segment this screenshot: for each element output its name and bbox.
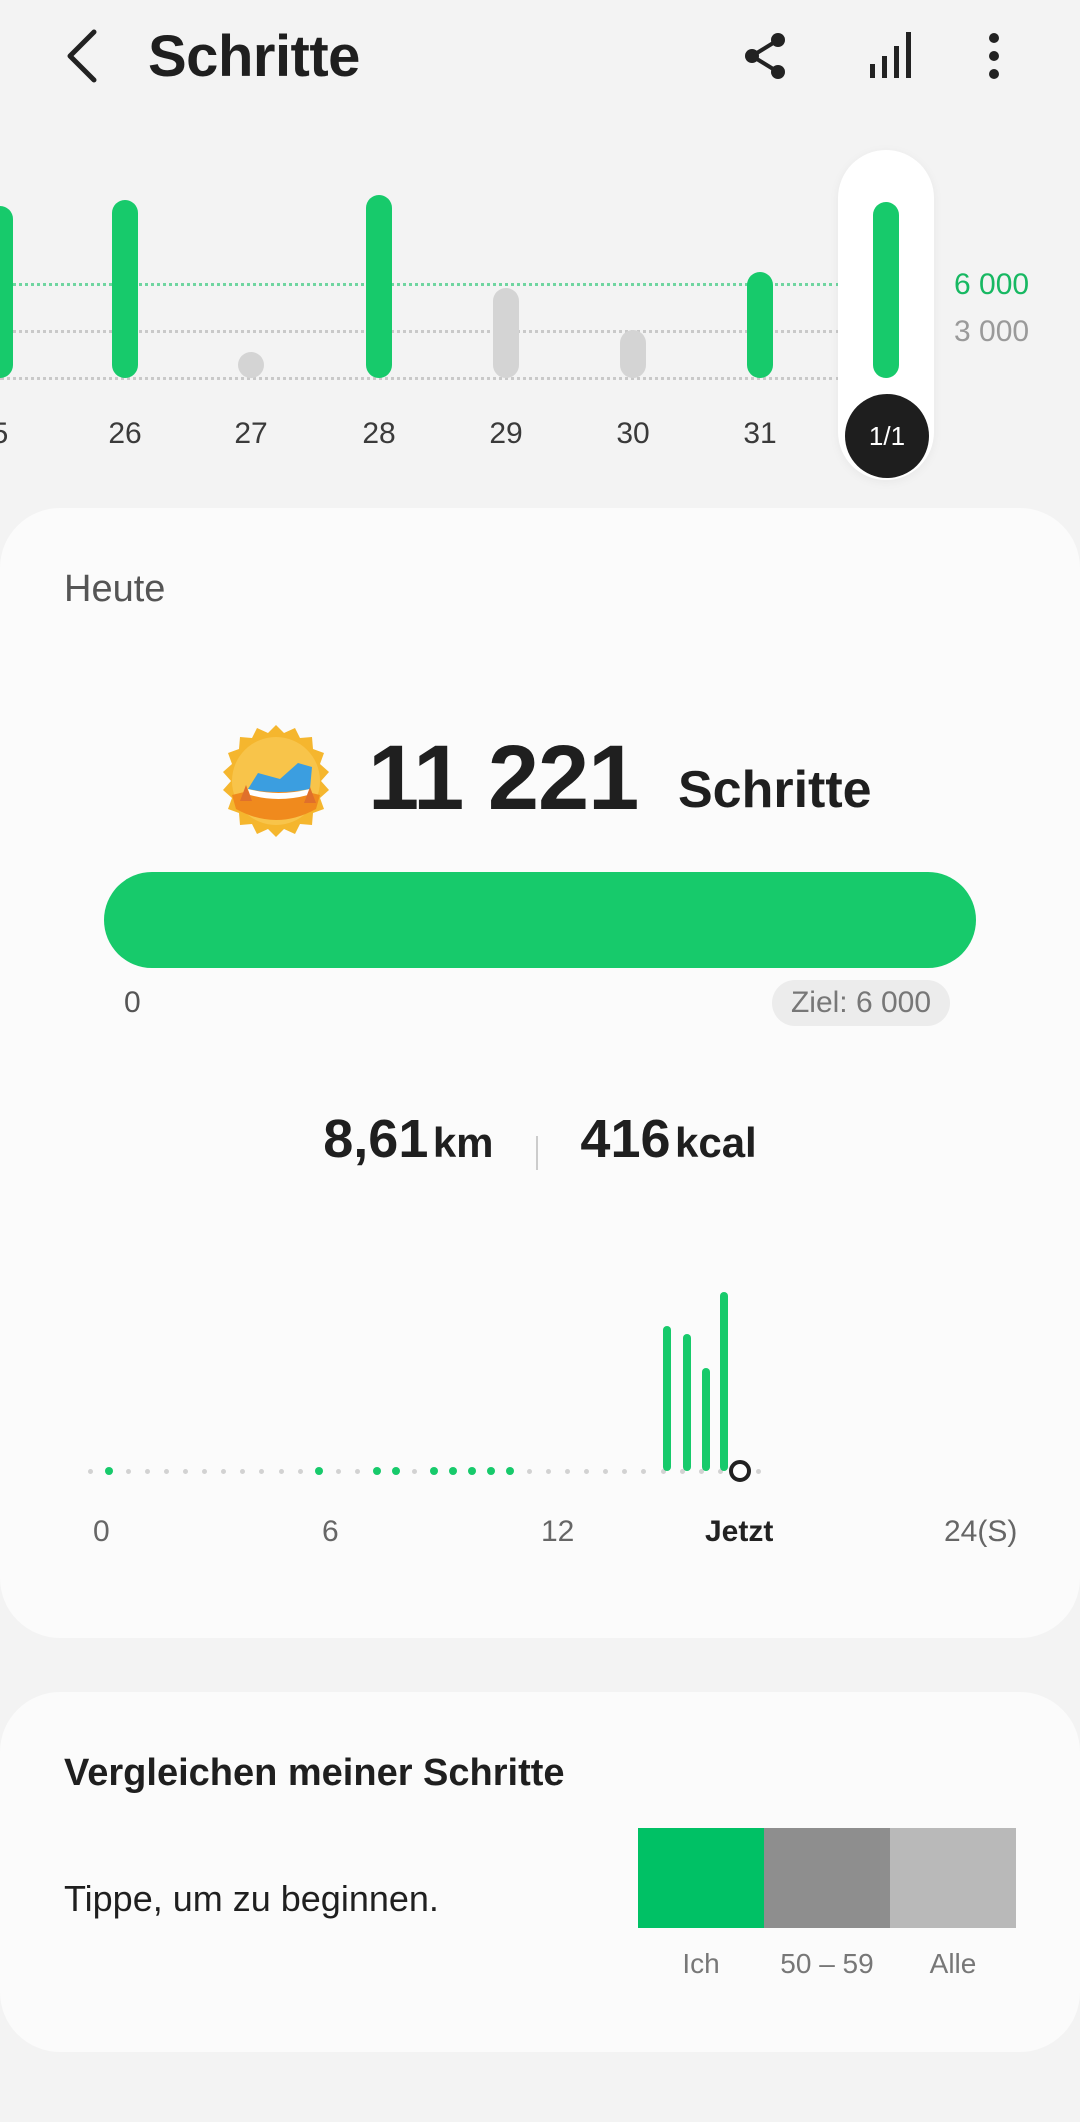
hour-dot xyxy=(622,1468,628,1474)
compare-segment-me xyxy=(638,1828,764,1928)
hour-dot xyxy=(429,1467,438,1475)
hour-bar[interactable] xyxy=(702,1368,710,1471)
hour-dot xyxy=(87,1468,93,1474)
hour-dot xyxy=(412,1468,418,1474)
hour-dot xyxy=(105,1467,114,1475)
day-bar[interactable] xyxy=(366,195,392,378)
hour-bar[interactable] xyxy=(683,1334,691,1471)
compare-subtitle[interactable]: Tippe, um zu beginnen. xyxy=(64,1878,439,1920)
hour-dot xyxy=(354,1468,360,1474)
now-marker xyxy=(729,1460,751,1482)
goal-line-label-grey: 3 000 xyxy=(954,315,1030,348)
compare-segment-age xyxy=(764,1828,890,1928)
goal-chip[interactable]: Ziel: 6 000 xyxy=(772,980,950,1026)
more-vert-icon[interactable] xyxy=(966,26,1026,86)
day-label: 27 xyxy=(234,417,268,450)
shoe-badge-icon xyxy=(218,723,334,839)
progress-start-label: 0 xyxy=(124,986,141,1019)
day-label: 30 xyxy=(616,417,650,450)
hour-dot xyxy=(278,1468,284,1474)
hour-dot xyxy=(221,1468,227,1474)
day-bar[interactable] xyxy=(493,288,519,378)
day-label: 29 xyxy=(489,417,523,450)
hour-dot xyxy=(297,1468,303,1474)
hour-dot xyxy=(506,1467,515,1475)
steps-progress-bar xyxy=(104,872,976,968)
hour-dot xyxy=(202,1468,208,1474)
day-label: 5 xyxy=(0,417,40,451)
hour-dot xyxy=(641,1468,647,1474)
calories-value: 416 xyxy=(580,1109,671,1169)
hour-label-12: 12 xyxy=(541,1515,575,1548)
hour-dot xyxy=(125,1468,131,1474)
compare-title: Vergleichen meiner Schritte xyxy=(64,1752,565,1794)
hour-dot xyxy=(259,1468,265,1474)
hour-dot xyxy=(545,1468,551,1474)
stats-divider xyxy=(535,1135,538,1170)
hour-label-6: 6 xyxy=(322,1515,339,1548)
hour-dot xyxy=(448,1467,457,1475)
app-header: Schritte xyxy=(0,0,1080,115)
goal-line-label-green: 6 000 xyxy=(954,268,1030,301)
day-bar[interactable] xyxy=(238,352,264,378)
steps-unit: Schritte xyxy=(678,761,872,819)
hour-dot xyxy=(144,1468,150,1474)
distance-unit: km xyxy=(432,1119,494,1166)
hour-dot xyxy=(526,1468,532,1474)
today-heading: Heute xyxy=(64,568,166,610)
day-label: 31 xyxy=(743,417,777,450)
day-bar-selected[interactable] xyxy=(873,202,899,378)
compare-card[interactable]: Vergleichen meiner Schritte Tippe, um zu… xyxy=(0,1692,1080,2052)
compare-label-all: Alle xyxy=(929,1948,977,1979)
hour-dot xyxy=(756,1468,761,1474)
hour-dot xyxy=(565,1468,570,1474)
hour-dot xyxy=(468,1467,476,1475)
day-bar[interactable] xyxy=(747,272,773,378)
day-bar[interactable] xyxy=(620,330,646,378)
day-bar[interactable] xyxy=(112,200,138,378)
hour-bar[interactable] xyxy=(720,1292,728,1471)
hour-label-0: 0 xyxy=(93,1515,110,1548)
hour-dot xyxy=(240,1468,246,1474)
back-arrow-icon[interactable] xyxy=(58,26,108,86)
today-card: Heute 11 221 Schritte 0 Ziel: 6 000 8,61… xyxy=(0,508,1080,1638)
hour-dot xyxy=(603,1468,609,1474)
day-label: 28 xyxy=(362,417,396,450)
compare-label-me: Ich xyxy=(682,1948,720,1979)
share-icon[interactable] xyxy=(736,26,796,86)
calories-unit: kcal xyxy=(674,1119,757,1166)
stats-row: 8,61 km 416 kcal xyxy=(0,1108,1080,1188)
page-title: Schritte xyxy=(148,24,360,89)
bar-chart-icon[interactable] xyxy=(862,26,922,86)
hour-dot xyxy=(315,1467,324,1475)
compare-segment-all xyxy=(890,1828,1016,1928)
hour-dot xyxy=(391,1467,400,1475)
hour-dot xyxy=(335,1468,341,1474)
hour-dot xyxy=(487,1467,496,1475)
hour-dot xyxy=(163,1468,169,1474)
day-bar[interactable] xyxy=(0,206,13,378)
day-label: 26 xyxy=(108,417,142,450)
hour-label-24: 24(S) xyxy=(944,1515,1018,1548)
steps-count: 11 221 xyxy=(368,727,639,829)
hour-bar[interactable] xyxy=(663,1326,671,1471)
hour-dot xyxy=(372,1467,381,1475)
hour-dot xyxy=(183,1468,188,1474)
weekly-steps-strip[interactable]: 5 26 27 28 29 30 31 1/1 6 000 3 000 xyxy=(0,140,1080,490)
hour-label-now: Jetzt xyxy=(705,1515,774,1548)
selected-day-label[interactable]: 1/1 xyxy=(845,394,929,478)
hourly-steps-chart[interactable]: 0 6 12 Jetzt 24(S) xyxy=(0,1292,1080,1578)
hour-dot xyxy=(584,1468,590,1474)
compare-label-age: 50 – 59 xyxy=(780,1948,874,1979)
distance-value: 8,61 xyxy=(323,1109,429,1169)
